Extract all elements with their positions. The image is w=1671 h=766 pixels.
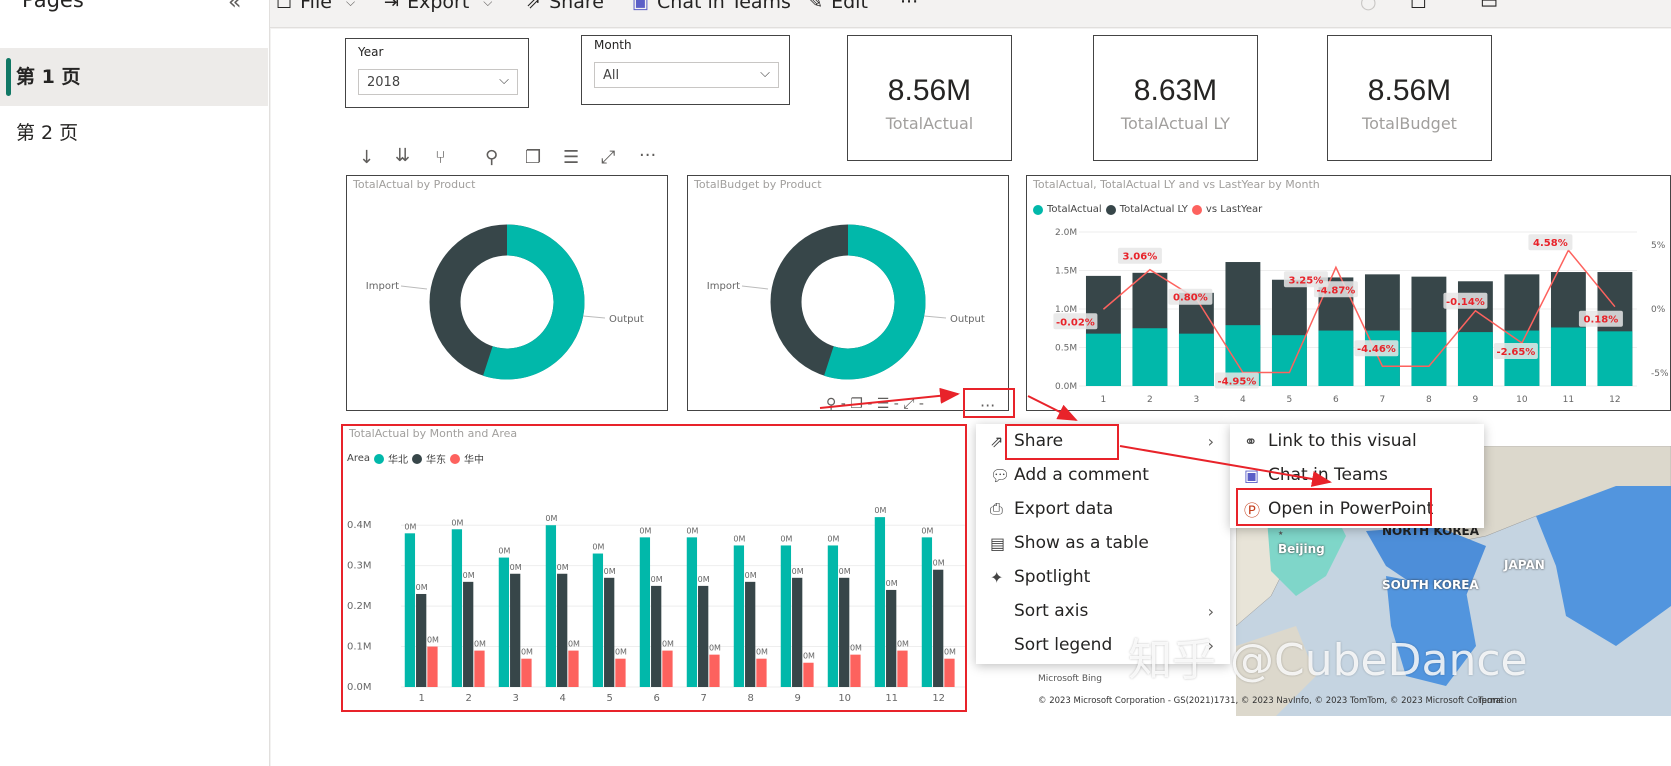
- arrow: [1027, 395, 1078, 421]
- watermark: 知乎 @CubeDance: [1128, 635, 1528, 686]
- arrow: [1119, 445, 1332, 487]
- arrow: [819, 387, 960, 409]
